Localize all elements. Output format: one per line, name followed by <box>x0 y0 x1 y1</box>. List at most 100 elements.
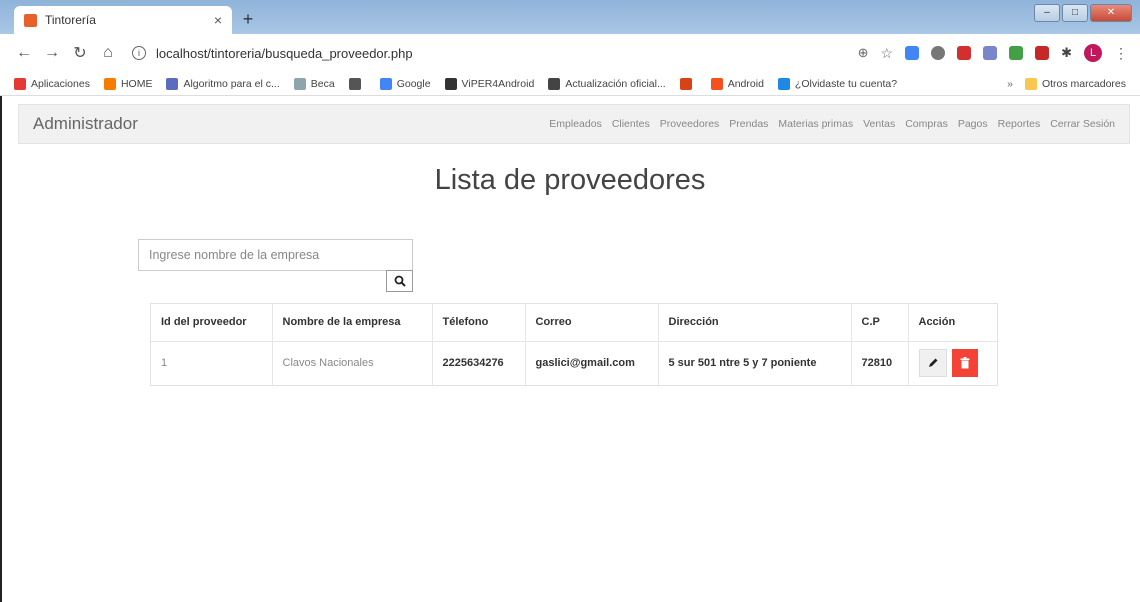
pdf-icon[interactable] <box>957 46 972 60</box>
folder-icon <box>1024 77 1037 90</box>
extensions: ⊕ ☆ ✱ L ⋮ <box>858 44 1128 62</box>
cell-telefono: 2225634276 <box>432 341 526 385</box>
bookmark-item[interactable]: Beca <box>293 77 335 90</box>
bookmark-icon <box>293 77 306 90</box>
nav-link[interactable]: Compras <box>905 118 948 130</box>
search-button[interactable] <box>386 270 413 292</box>
cell-direccion: 5 sur 501 ntre 5 y 7 poniente <box>658 341 852 385</box>
bookmarks-overflow[interactable]: » <box>1007 78 1013 90</box>
bookmark-item[interactable] <box>679 77 697 90</box>
nav-link[interactable]: Prendas <box>729 118 768 130</box>
bookmark-item[interactable]: HOME <box>103 77 153 90</box>
nav-link[interactable]: Ventas <box>863 118 895 130</box>
search-icon <box>394 275 406 287</box>
delete-button[interactable] <box>951 349 978 378</box>
bookmark-item[interactable]: Algoritmo para el c... <box>166 77 280 90</box>
bookmark-label: ViPER4Android <box>461 77 535 90</box>
window-controls: – □ ✕ <box>1034 4 1132 22</box>
info-icon[interactable]: i <box>132 46 146 60</box>
col-telefono: Télefono <box>432 304 526 342</box>
app-navbar: Administrador Empleados Clientes Proveedor… <box>18 104 1130 144</box>
favicon-icon <box>24 13 37 27</box>
col-direccion: Dirección <box>658 304 852 342</box>
bookmark-label: HOME <box>120 77 153 90</box>
url-text: localhost/tintoreria/busqueda_proveedor.… <box>156 45 413 61</box>
cell-accion <box>908 341 997 385</box>
table-row: 1 Clavos Nacionales 2225634276 gaslici@g… <box>151 341 997 385</box>
tab-title: Tintorería <box>45 13 96 27</box>
cell-cp: 72810 <box>851 341 909 385</box>
other-bookmarks[interactable]: Otros marcadores <box>1042 78 1126 90</box>
forward-icon[interactable]: → <box>40 44 64 62</box>
cell-empresa: Clavos Nacionales <box>272 341 433 385</box>
close-tab-icon[interactable]: × <box>214 12 222 28</box>
browser-tab[interactable]: Tintorería × <box>14 6 232 34</box>
col-correo: Correo <box>525 304 659 342</box>
minimize-icon[interactable]: – <box>1034 4 1060 22</box>
bookmark-label: Google <box>396 77 431 90</box>
bookmark-item[interactable]: Aplicaciones <box>14 77 90 90</box>
browser-toolbar: ← → ↻ ⌂ i localhost/tintoreria/busqueda_… <box>0 34 1140 72</box>
bookmark-item[interactable]: Actualización oficial... <box>548 77 666 90</box>
nav-links: Empleados Clientes Proveedores Prendas Mater… <box>549 118 1115 130</box>
bookmark-label: Beca <box>310 77 335 90</box>
star-icon[interactable]: ☆ <box>881 45 894 62</box>
back-icon[interactable]: ← <box>12 44 36 62</box>
table-header-row: Id del proveedor Nombre de la empresa Té… <box>151 304 997 342</box>
bookmark-item[interactable]: ¿Olvidaste tu cuenta? <box>777 77 898 90</box>
close-window-icon[interactable]: ✕ <box>1090 4 1132 22</box>
puzzle-icon[interactable]: ✱ <box>1061 45 1072 61</box>
bookmark-item[interactable]: Google <box>379 77 431 90</box>
bookmark-icon <box>14 77 26 90</box>
bookmark-label: ¿Olvidaste tu cuenta? <box>794 77 898 90</box>
bookmark-icon <box>679 77 692 90</box>
col-cp: C.P <box>851 304 909 342</box>
bookmark-label: Android <box>727 77 764 90</box>
address-bar[interactable]: i localhost/tintoreria/busqueda_proveedo… <box>132 39 858 67</box>
bookmarks-bar: Aplicaciones HOME Algoritmo para el c... Be… <box>0 72 1140 96</box>
col-id: Id del proveedor <box>151 304 273 342</box>
zoom-icon[interactable]: ⊕ <box>858 45 869 61</box>
nav-link[interactable]: Empleados <box>549 118 602 130</box>
bookmark-icon <box>166 77 179 90</box>
bookmarks-right: » Otros marcadores <box>1007 77 1126 90</box>
translate-icon[interactable] <box>905 46 920 60</box>
search-input[interactable]: Ingrese nombre de la empresa <box>138 239 413 271</box>
reload-icon[interactable]: ↻ <box>68 43 92 63</box>
nav-link[interactable]: Clientes <box>612 118 650 130</box>
new-tab-button[interactable]: + <box>238 10 258 30</box>
nav-link[interactable]: Materias primas <box>778 118 853 130</box>
bookmark-label: Algoritmo para el c... <box>183 77 280 90</box>
bookmark-icon <box>444 77 457 90</box>
browser-titlebar: Tintorería × + – □ ✕ <box>0 0 1140 34</box>
nav-link[interactable]: Pagos <box>958 118 988 130</box>
bookmark-icon <box>548 77 561 90</box>
bookmark-item[interactable] <box>348 77 366 90</box>
page-title: Lista de proveedores <box>434 164 706 196</box>
maximize-icon[interactable]: □ <box>1062 4 1088 22</box>
extension-icon[interactable] <box>931 46 946 60</box>
bookmark-icon <box>777 77 790 90</box>
bookmark-icon <box>710 77 723 90</box>
profile-avatar[interactable]: L <box>1084 44 1102 62</box>
cast-icon[interactable] <box>1009 46 1024 60</box>
bookmark-label: Aplicaciones <box>31 77 90 90</box>
bookmark-item[interactable]: Android <box>710 77 764 90</box>
trash-icon <box>960 357 970 369</box>
edit-button[interactable] <box>918 349 947 378</box>
home-icon[interactable]: ⌂ <box>96 44 120 62</box>
bookmark-icon <box>379 77 392 90</box>
shield-icon[interactable] <box>983 46 998 60</box>
menu-icon[interactable]: ⋮ <box>1114 45 1128 62</box>
bookmark-icon <box>103 77 116 90</box>
nav-link[interactable]: Cerrar Sesión <box>1050 118 1115 130</box>
cell-correo: gaslici@gmail.com <box>525 341 659 385</box>
red-extension-icon[interactable] <box>1035 46 1050 60</box>
nav-link[interactable]: Proveedores <box>660 118 720 130</box>
col-accion: Acción <box>908 304 997 342</box>
bookmark-item[interactable]: ViPER4Android <box>444 77 535 90</box>
brand[interactable]: Administrador <box>33 114 138 134</box>
bookmark-label: Actualización oficial... <box>565 77 666 90</box>
col-empresa: Nombre de la empresa <box>272 304 433 342</box>
nav-link[interactable]: Reportes <box>998 118 1041 130</box>
